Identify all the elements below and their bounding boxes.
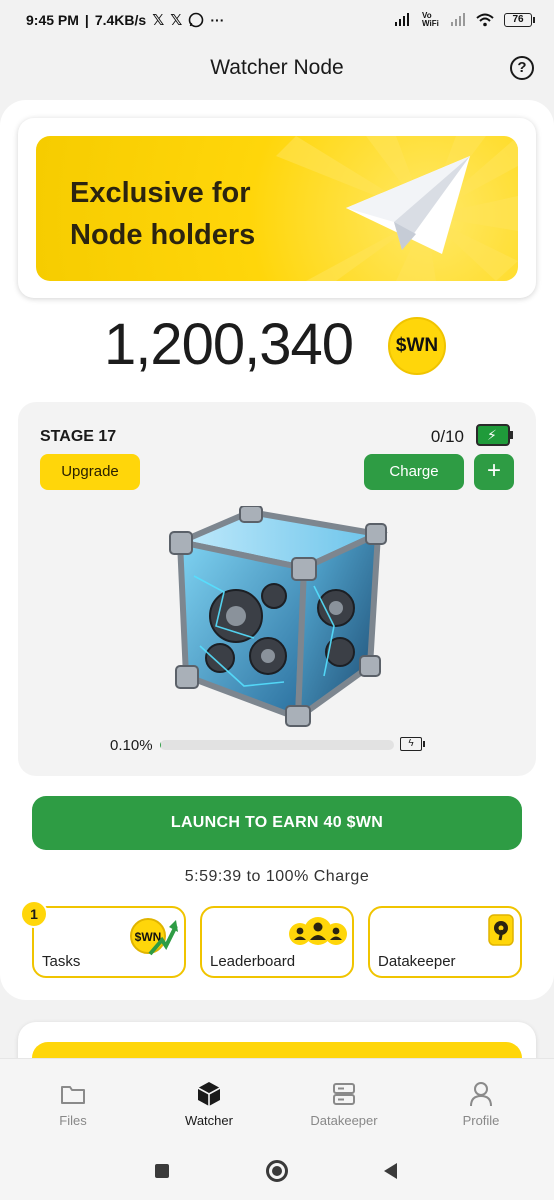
- server-icon: [333, 1083, 355, 1105]
- bottom-nav: Files Watcher Datakeeper Profile: [0, 1058, 554, 1148]
- telegram-plane-icon: [346, 156, 470, 254]
- nav-datakeeper[interactable]: Datakeeper: [284, 1081, 404, 1128]
- tasks-coin-text: $WN: [135, 930, 162, 944]
- node-card: STAGE 17 0/10 ⚡ Upgrade Charge + 0.10% ϟ: [18, 402, 536, 776]
- promo-banner-card[interactable]: Exclusive for Node holders: [18, 118, 536, 298]
- tasks-label: Tasks: [42, 953, 81, 970]
- nav-files-label: Files: [59, 1113, 87, 1128]
- launch-button[interactable]: LAUNCH TO EARN 40 $WN: [32, 796, 522, 850]
- wn-coin-arrow-icon: $WN: [130, 918, 178, 956]
- stage-label: STAGE 17: [40, 428, 117, 445]
- app-header: Watcher Node ?: [0, 44, 554, 94]
- whatsapp-icon: [189, 12, 204, 28]
- node-cube-image: [169, 506, 389, 727]
- x-app-icon: 𝕏: [152, 12, 165, 29]
- home-button[interactable]: [266, 1160, 288, 1182]
- progress-percent: 0.10%: [110, 737, 153, 754]
- cube-icon: [197, 1082, 221, 1106]
- question-circle-icon[interactable]: ?: [510, 56, 534, 80]
- network-speed: 7.4KB/s: [94, 12, 147, 28]
- battery-empty-icon: ϟ: [400, 737, 425, 751]
- users-group-icon: [289, 917, 347, 945]
- wn-coin-icon: $WN: [388, 317, 446, 375]
- system-nav-bar: [0, 1148, 554, 1200]
- vowifi-label: Vo WiFi: [422, 11, 439, 28]
- hard-drive-icon: [488, 914, 514, 946]
- balance-display: 1,200,340 $WN: [0, 312, 554, 382]
- status-left: 9:45 PM | 7.4KB/s 𝕏 𝕏 ···: [26, 12, 225, 29]
- more-notifications: ···: [210, 12, 225, 28]
- upgrade-button[interactable]: Upgrade: [40, 454, 140, 490]
- banner-line-2: Node holders: [70, 219, 256, 251]
- nav-datakeeper-label: Datakeeper: [310, 1113, 378, 1128]
- wifi-icon: [476, 13, 494, 27]
- signal-icon: [395, 13, 409, 26]
- add-charge-button[interactable]: +: [474, 454, 514, 490]
- recents-button[interactable]: [155, 1164, 169, 1178]
- datakeeper-tile[interactable]: Datakeeper: [368, 906, 522, 978]
- tasks-tile[interactable]: 1 $WN Tasks: [20, 900, 186, 978]
- nav-profile-label: Profile: [462, 1113, 500, 1128]
- tasks-badge: 1: [20, 900, 48, 928]
- status-bar: 9:45 PM | 7.4KB/s 𝕏 𝕏 ··· Vo WiFi 76: [0, 0, 554, 40]
- status-time: 9:45 PM: [26, 12, 79, 28]
- status-right: Vo WiFi 76: [394, 11, 535, 28]
- signal-weak-icon: [451, 13, 465, 26]
- charge-button[interactable]: Charge: [364, 454, 464, 490]
- nav-files[interactable]: Files: [13, 1081, 133, 1128]
- back-button[interactable]: [384, 1163, 397, 1179]
- page-title: Watcher Node: [210, 56, 344, 79]
- balance-value: 1,200,340: [104, 312, 354, 377]
- user-icon: [470, 1082, 492, 1107]
- leaderboard-tile[interactable]: Leaderboard: [200, 906, 354, 978]
- nav-watcher-label: Watcher: [185, 1113, 233, 1128]
- banner-headline: Exclusive for Node holders: [70, 172, 255, 256]
- nav-profile[interactable]: Profile: [421, 1081, 541, 1128]
- folder-icon: [61, 1086, 85, 1104]
- battery-icon: 76: [504, 13, 535, 27]
- promo-banner[interactable]: Exclusive for Node holders: [36, 136, 518, 281]
- x-app-icon-2: 𝕏: [170, 12, 183, 29]
- leaderboard-label: Leaderboard: [210, 953, 296, 970]
- nav-watcher[interactable]: Watcher: [149, 1081, 269, 1128]
- banner-line-1: Exclusive for: [70, 177, 251, 209]
- charge-count: 0/10: [430, 427, 464, 446]
- charge-timer: 5:59:39 to 100% Charge: [184, 868, 370, 885]
- datakeeper-label: Datakeeper: [378, 953, 456, 970]
- progress-bar: [160, 740, 394, 750]
- battery-charging-icon: ⚡: [476, 424, 513, 446]
